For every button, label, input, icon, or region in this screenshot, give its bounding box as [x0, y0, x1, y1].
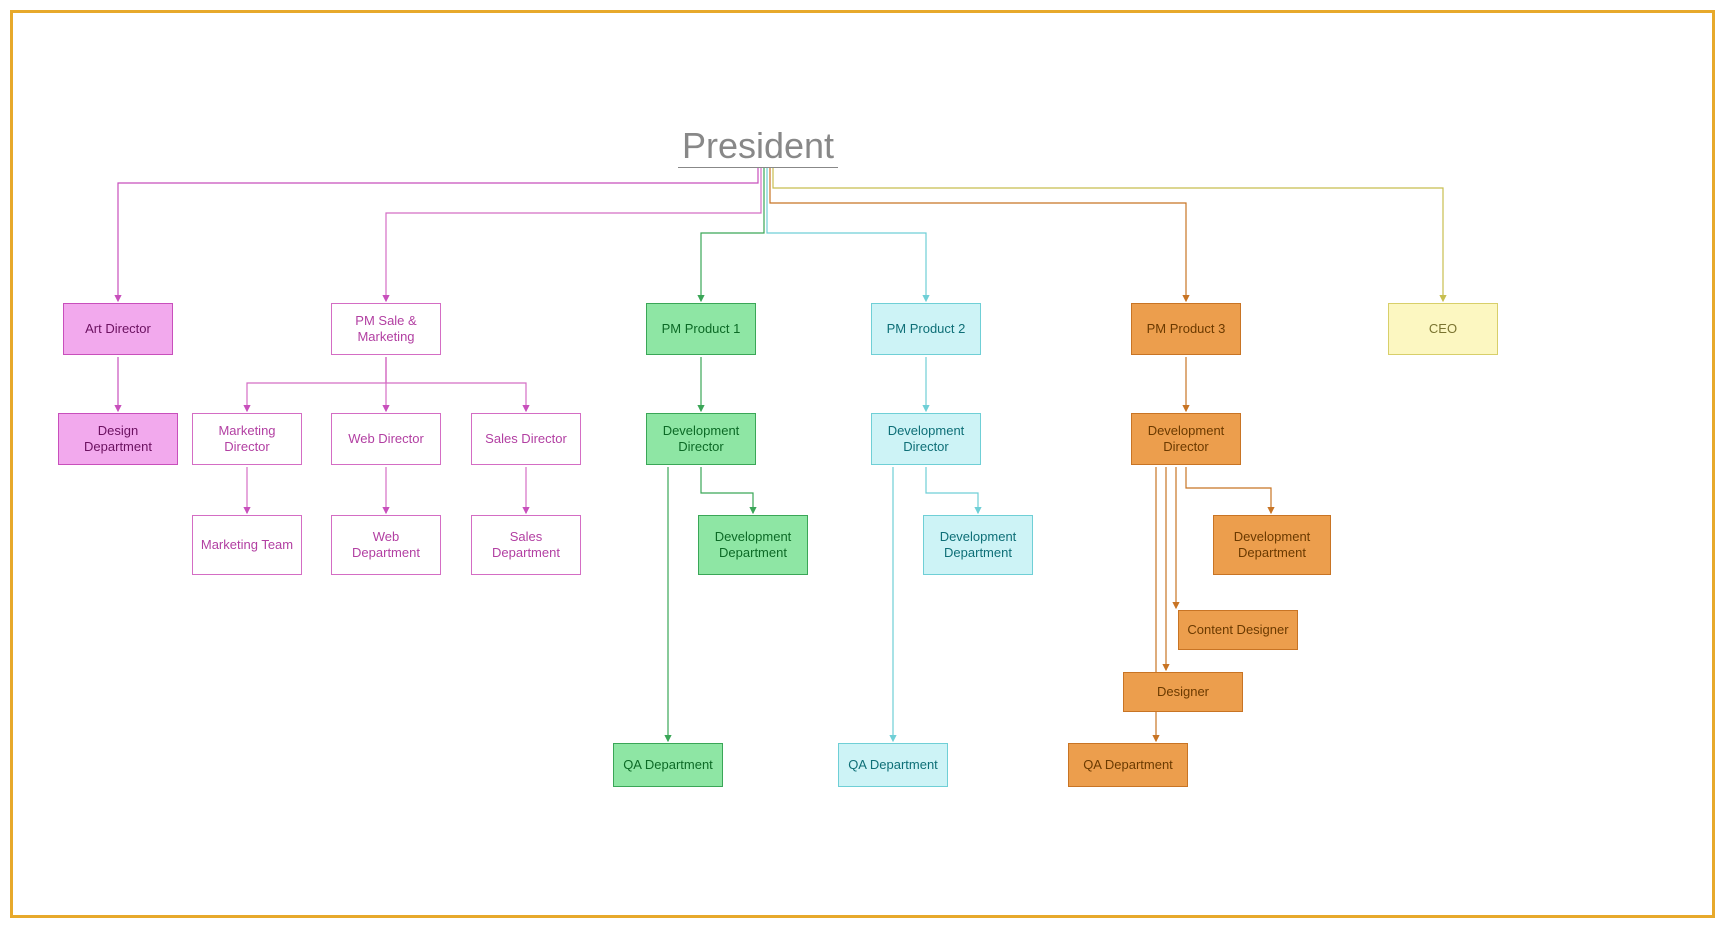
diagram-frame: President Art Director PM Sale & Marketi…	[10, 10, 1715, 918]
node-p3-dev-dept: Development Department	[1213, 515, 1331, 575]
node-p3-content-designer: Content Designer	[1178, 610, 1298, 650]
node-p1-dev-director: Development Director	[646, 413, 756, 465]
node-web-department: Web Department	[331, 515, 441, 575]
node-p1-qa-dept: QA Department	[613, 743, 723, 787]
president-root: President	[678, 125, 838, 168]
node-pm-product2: PM Product 2	[871, 303, 981, 355]
node-art-director: Art Director	[63, 303, 173, 355]
node-sales-director: Sales Director	[471, 413, 581, 465]
node-ceo: CEO	[1388, 303, 1498, 355]
node-marketing-director: Marketing Director	[192, 413, 302, 465]
node-design-dept: Design Department	[58, 413, 178, 465]
node-p2-dev-dept: Development Department	[923, 515, 1033, 575]
node-web-director: Web Director	[331, 413, 441, 465]
node-pm-product1: PM Product 1	[646, 303, 756, 355]
node-pm-sale-mkt: PM Sale & Marketing	[331, 303, 441, 355]
node-pm-product3: PM Product 3	[1131, 303, 1241, 355]
node-p2-dev-director: Development Director	[871, 413, 981, 465]
node-p3-designer: Designer	[1123, 672, 1243, 712]
node-p3-dev-director: Development Director	[1131, 413, 1241, 465]
node-p3-qa-dept: QA Department	[1068, 743, 1188, 787]
node-p1-dev-dept: Development Department	[698, 515, 808, 575]
node-p2-qa-dept: QA Department	[838, 743, 948, 787]
node-marketing-team: Marketing Team	[192, 515, 302, 575]
node-sales-department: Sales Department	[471, 515, 581, 575]
